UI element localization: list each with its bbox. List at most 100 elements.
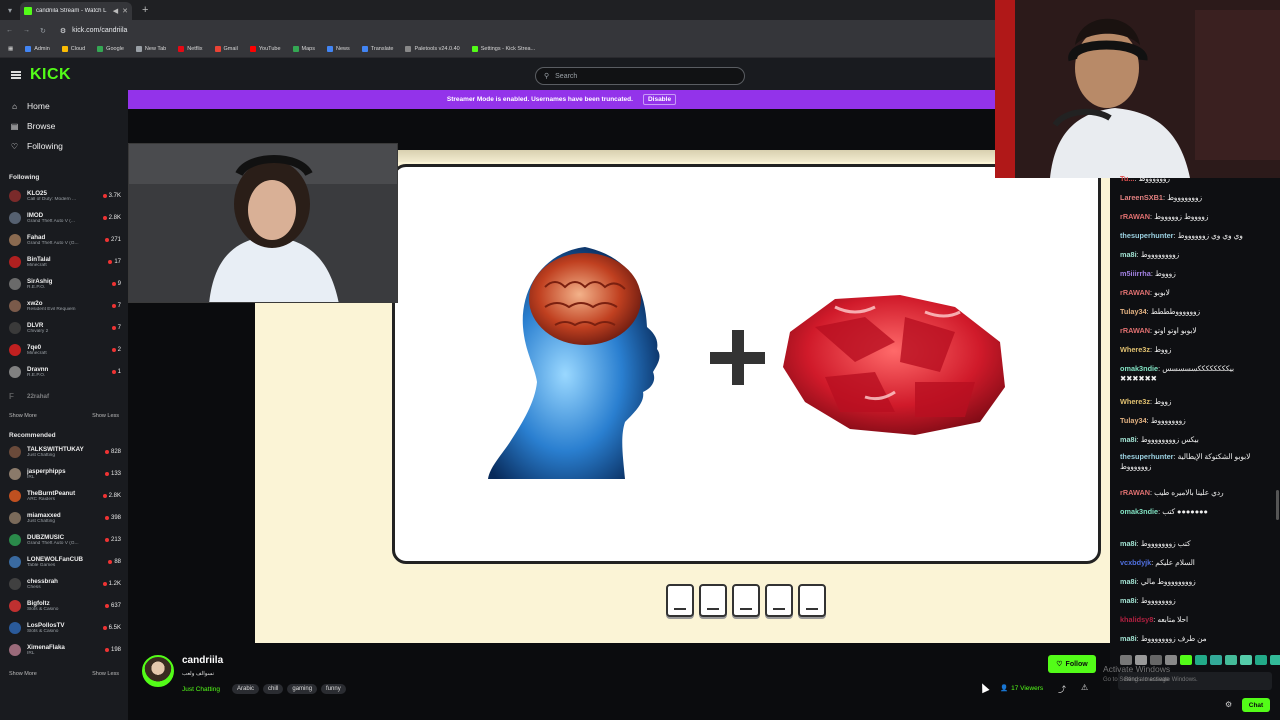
offline-channel[interactable]: F 22rahaf xyxy=(9,385,121,407)
channel-viewers: 398 xyxy=(105,515,121,521)
answer-blank xyxy=(699,584,727,617)
chat-username[interactable]: Tu... xyxy=(1120,174,1134,183)
kick-logo[interactable]: KICK xyxy=(30,66,71,84)
chat-username[interactable]: rRAWAN xyxy=(1120,212,1150,221)
sidebar-channel[interactable]: Bigfoltz Slots & Casino 637 xyxy=(9,595,121,617)
sidebar-channel[interactable]: SirAshig R.E.P.O. 9 xyxy=(9,273,121,295)
chat-username[interactable]: ma8i xyxy=(1120,250,1137,259)
bookmark-item[interactable]: News xyxy=(326,46,350,52)
sidebar-channel[interactable]: DLVR Chivalry 2 7 xyxy=(9,317,121,339)
sidebar-channel[interactable]: 7qe0 Minecraft 2 xyxy=(9,339,121,361)
report-icon[interactable]: ⚠ xyxy=(1081,683,1088,692)
sidebar-channel[interactable]: chessbrah Chess 1.2K xyxy=(9,573,121,595)
viewer-count: 👤 17 Viewers xyxy=(1000,684,1043,693)
bookmark-item[interactable]: Maps xyxy=(292,46,315,52)
chat-username[interactable]: rRAWAN xyxy=(1120,326,1150,335)
site-info-icon[interactable]: ⚙ xyxy=(60,27,66,35)
speaker-icon[interactable]: ◀ xyxy=(113,7,118,15)
menu-icon[interactable] xyxy=(11,71,21,79)
bookmark-item[interactable]: Admin xyxy=(25,46,50,52)
apps-icon[interactable]: ▦ xyxy=(8,46,13,52)
tab-list-icon[interactable]: ▾ xyxy=(0,0,20,20)
new-tab-icon[interactable]: + xyxy=(142,4,148,16)
sidebar-channel[interactable]: XimenaFlaka IRL 198 xyxy=(9,639,121,661)
close-tab-icon[interactable]: ✕ xyxy=(122,7,128,15)
chat-username[interactable]: rRAWAN xyxy=(1120,488,1150,497)
sidebar-channel[interactable]: TALKSWITHTUKAY Just Chatting 828 xyxy=(9,441,121,463)
stream-tag[interactable]: Arabic xyxy=(232,684,260,694)
bookmark-item[interactable]: New Tab xyxy=(135,46,166,52)
chat-username[interactable]: Where3z xyxy=(1120,345,1150,354)
emote-icon[interactable] xyxy=(1255,655,1267,665)
chat-username[interactable]: ma8i xyxy=(1120,577,1137,586)
chat-username[interactable]: ma8i xyxy=(1120,435,1137,444)
emote-icon[interactable] xyxy=(1270,655,1280,665)
bookmark-item[interactable]: Settings - Kick Strea... xyxy=(471,46,535,52)
stream-tag[interactable]: funny xyxy=(321,684,346,694)
stream-tag[interactable]: gaming xyxy=(287,684,318,694)
chat-username[interactable]: ma8i xyxy=(1120,634,1137,643)
streamer-name[interactable]: candriila xyxy=(182,655,223,666)
emote-icon[interactable] xyxy=(1195,655,1207,665)
sidebar-channel[interactable]: TheBurntPeanut ARC Raiders 2.8K xyxy=(9,485,121,507)
bookmark-item[interactable]: Google xyxy=(97,46,124,52)
nav-browse[interactable]: ▤ Browse xyxy=(10,121,56,131)
bookmark-item[interactable]: Netflix xyxy=(178,46,203,52)
chat-username[interactable]: Where3z xyxy=(1120,397,1150,406)
emote-icon[interactable] xyxy=(1240,655,1252,665)
stream-tag[interactable]: chill xyxy=(263,684,284,694)
chat-send-button[interactable]: Chat xyxy=(1242,698,1270,712)
chat-username[interactable]: omak3ndie xyxy=(1120,507,1158,516)
sidebar-channel[interactable]: LONEWOLFanCUB Table Games 88 xyxy=(9,551,121,573)
chat-username[interactable]: ma8i xyxy=(1120,539,1137,548)
chat-username[interactable]: omak3ndie xyxy=(1120,364,1158,373)
disable-button[interactable]: Disable xyxy=(642,94,677,105)
chat-username[interactable]: khalidsy8 xyxy=(1120,615,1153,624)
chat-username[interactable]: Tulay34 xyxy=(1120,416,1147,425)
sidebar-channel[interactable]: DUBZMUSIC Grand Theft Auto V (G... 213 xyxy=(9,529,121,551)
forward-icon[interactable]: → xyxy=(23,27,30,34)
streamer-avatar[interactable] xyxy=(142,655,174,687)
following-show-more[interactable]: Show More xyxy=(9,413,37,419)
emote-icon[interactable] xyxy=(1225,655,1237,665)
bookmark-item[interactable]: Cloud xyxy=(61,46,85,52)
back-icon[interactable]: ← xyxy=(6,27,13,34)
emote-icon[interactable] xyxy=(1210,655,1222,665)
stream-category[interactable]: Just Chatting xyxy=(182,686,220,693)
share-icon[interactable]: ⤴ xyxy=(1058,684,1066,695)
chat-username[interactable]: thesuperhunter xyxy=(1120,231,1174,240)
chat-username[interactable]: m5iiirrha xyxy=(1120,269,1151,278)
chat-settings-icon[interactable]: ⚙ xyxy=(1225,700,1232,709)
bookmark-item[interactable]: Gmail xyxy=(214,46,238,52)
chat-scrollbar[interactable] xyxy=(1276,490,1279,520)
url-field[interactable]: ⚙ kick.com/candriila xyxy=(60,27,128,35)
sidebar-channel[interactable]: LosPollosTV Slots & Casino 6.5K xyxy=(9,617,121,639)
chat-username[interactable]: vcxbdyjk xyxy=(1120,558,1151,567)
browser-tab[interactable]: candriila Stream - Watch L ◀ ✕ xyxy=(20,2,132,20)
recommended-show-more[interactable]: Show More xyxy=(9,671,37,677)
recommended-show-less[interactable]: Show Less xyxy=(92,671,119,677)
sidebar-channel[interactable]: IMOD Grand Theft Auto V (... 2.8K xyxy=(9,207,121,229)
nav-following[interactable]: ♡ Following xyxy=(10,141,63,151)
bookmark-item[interactable]: Translate xyxy=(361,46,393,52)
bookmark-item[interactable]: Paletools v24.0.40 xyxy=(405,46,460,52)
emote-icon[interactable] xyxy=(1180,655,1192,665)
following-show-less[interactable]: Show Less xyxy=(92,413,119,419)
sidebar-channel[interactable]: xw2o Resident Evil Requiem 7 xyxy=(9,295,121,317)
sidebar-channel[interactable]: Fahad Grand Theft Auto V (G... 271 xyxy=(9,229,121,251)
bookmark-item[interactable]: YouTube xyxy=(249,46,281,52)
sidebar-channel[interactable]: KLO25 Call of Duty: Modern ... 3.7K xyxy=(9,185,121,207)
sidebar-channel[interactable]: BinTalal Minecraft 17 xyxy=(9,251,121,273)
chat-username[interactable]: ma8i xyxy=(1120,596,1137,605)
sidebar-channel[interactable]: jasperphipps IRL 133 xyxy=(9,463,121,485)
chat-username[interactable]: thesuperhunter xyxy=(1120,452,1174,461)
follow-button[interactable]: ♡ Follow xyxy=(1048,655,1096,673)
chat-username[interactable]: rRAWAN xyxy=(1120,288,1150,297)
chat-username[interactable]: LareenSXB1 xyxy=(1120,193,1163,202)
sidebar-channel[interactable]: miamaxxed Just Chatting 398 xyxy=(9,507,121,529)
nav-home[interactable]: ⌂ Home xyxy=(10,101,50,111)
chat-username[interactable]: Tulay34 xyxy=(1120,307,1147,316)
search-input[interactable]: ⚲ Search xyxy=(535,67,745,85)
reload-icon[interactable]: ↻ xyxy=(40,27,46,35)
sidebar-channel[interactable]: Dravnn R.E.P.O. 1 xyxy=(9,361,121,383)
